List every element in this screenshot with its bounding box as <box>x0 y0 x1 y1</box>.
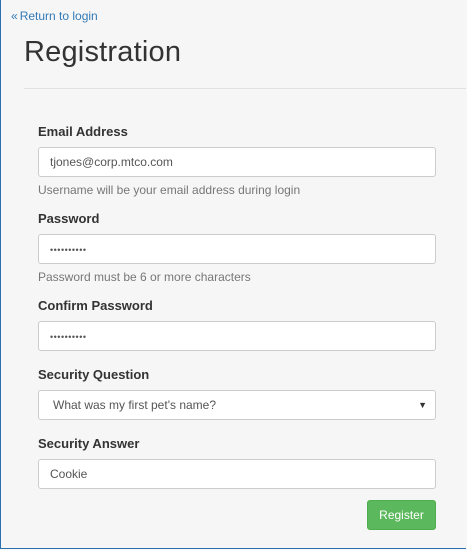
return-to-login-link[interactable]: « Return to login <box>11 9 98 23</box>
header-divider <box>24 88 466 89</box>
password-masked-value: •••••••••• <box>50 245 87 255</box>
return-to-login-label: Return to login <box>19 9 98 23</box>
double-chevron-left-icon: « <box>11 9 18 23</box>
registration-form: Email Address tjones@corp.mtco.com Usern… <box>38 124 436 489</box>
register-button[interactable]: Register <box>367 500 436 530</box>
caret-down-icon: ▼ <box>418 400 427 410</box>
page-title: Registration <box>24 36 182 68</box>
password-field[interactable]: •••••••••• <box>38 234 436 264</box>
registration-page: « Return to login Registration Email Add… <box>0 0 466 549</box>
security-answer-label: Security Answer <box>38 436 140 451</box>
confirm-password-field[interactable]: •••••••••• <box>38 321 436 351</box>
email-help-text: Username will be your email address duri… <box>38 183 301 197</box>
password-help-text: Password must be 6 or more characters <box>38 270 251 284</box>
email-label: Email Address <box>38 124 128 139</box>
password-label: Password <box>38 211 100 226</box>
security-question-select[interactable]: What was my first pet's name? ▼ <box>38 390 436 420</box>
security-question-label: Security Question <box>38 367 150 382</box>
security-answer-field[interactable]: Cookie <box>38 459 436 489</box>
confirm-password-masked-value: •••••••••• <box>50 332 87 342</box>
security-question-selected: What was my first pet's name? <box>53 398 217 412</box>
confirm-password-label: Confirm Password <box>38 298 153 313</box>
email-field[interactable]: tjones@corp.mtco.com <box>38 147 436 177</box>
